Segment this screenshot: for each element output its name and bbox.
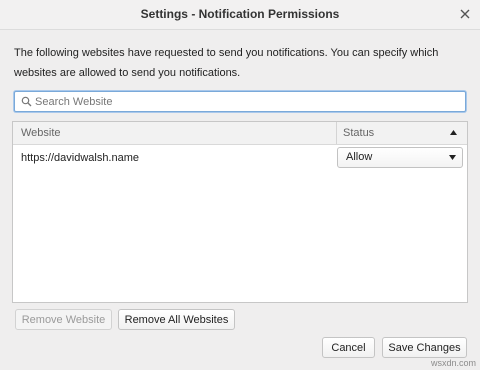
watermark: wsxdn.com [430,358,476,368]
sort-ascending-icon[interactable] [450,130,457,135]
cancel-button[interactable]: Cancel [322,337,375,358]
column-header-status[interactable]: Status [343,127,374,139]
status-value: Allow [346,151,373,163]
close-icon[interactable] [458,7,472,21]
websites-table: Website Status https://davidwalsh.name A… [12,121,468,303]
description-text: The following websites have requested to… [14,47,439,79]
search-box[interactable] [14,91,466,112]
remove-all-websites-button[interactable]: Remove All Websites [118,309,235,330]
column-header-website[interactable]: Website [21,127,61,139]
remove-website-button[interactable]: Remove Website [15,309,112,330]
table-header: Website Status [13,122,467,145]
column-divider[interactable] [336,122,337,144]
search-input[interactable] [35,92,459,111]
save-changes-button[interactable]: Save Changes [382,337,467,358]
website-url: https://davidwalsh.name [21,152,140,164]
window-title: Settings - Notification Permissions [140,7,340,21]
title-bar: Settings - Notification Permissions [0,0,480,30]
search-icon [21,96,32,107]
chevron-down-icon [449,155,456,160]
status-dropdown[interactable]: Allow [337,147,463,168]
table-row[interactable]: https://davidwalsh.name Allow [13,146,467,168]
